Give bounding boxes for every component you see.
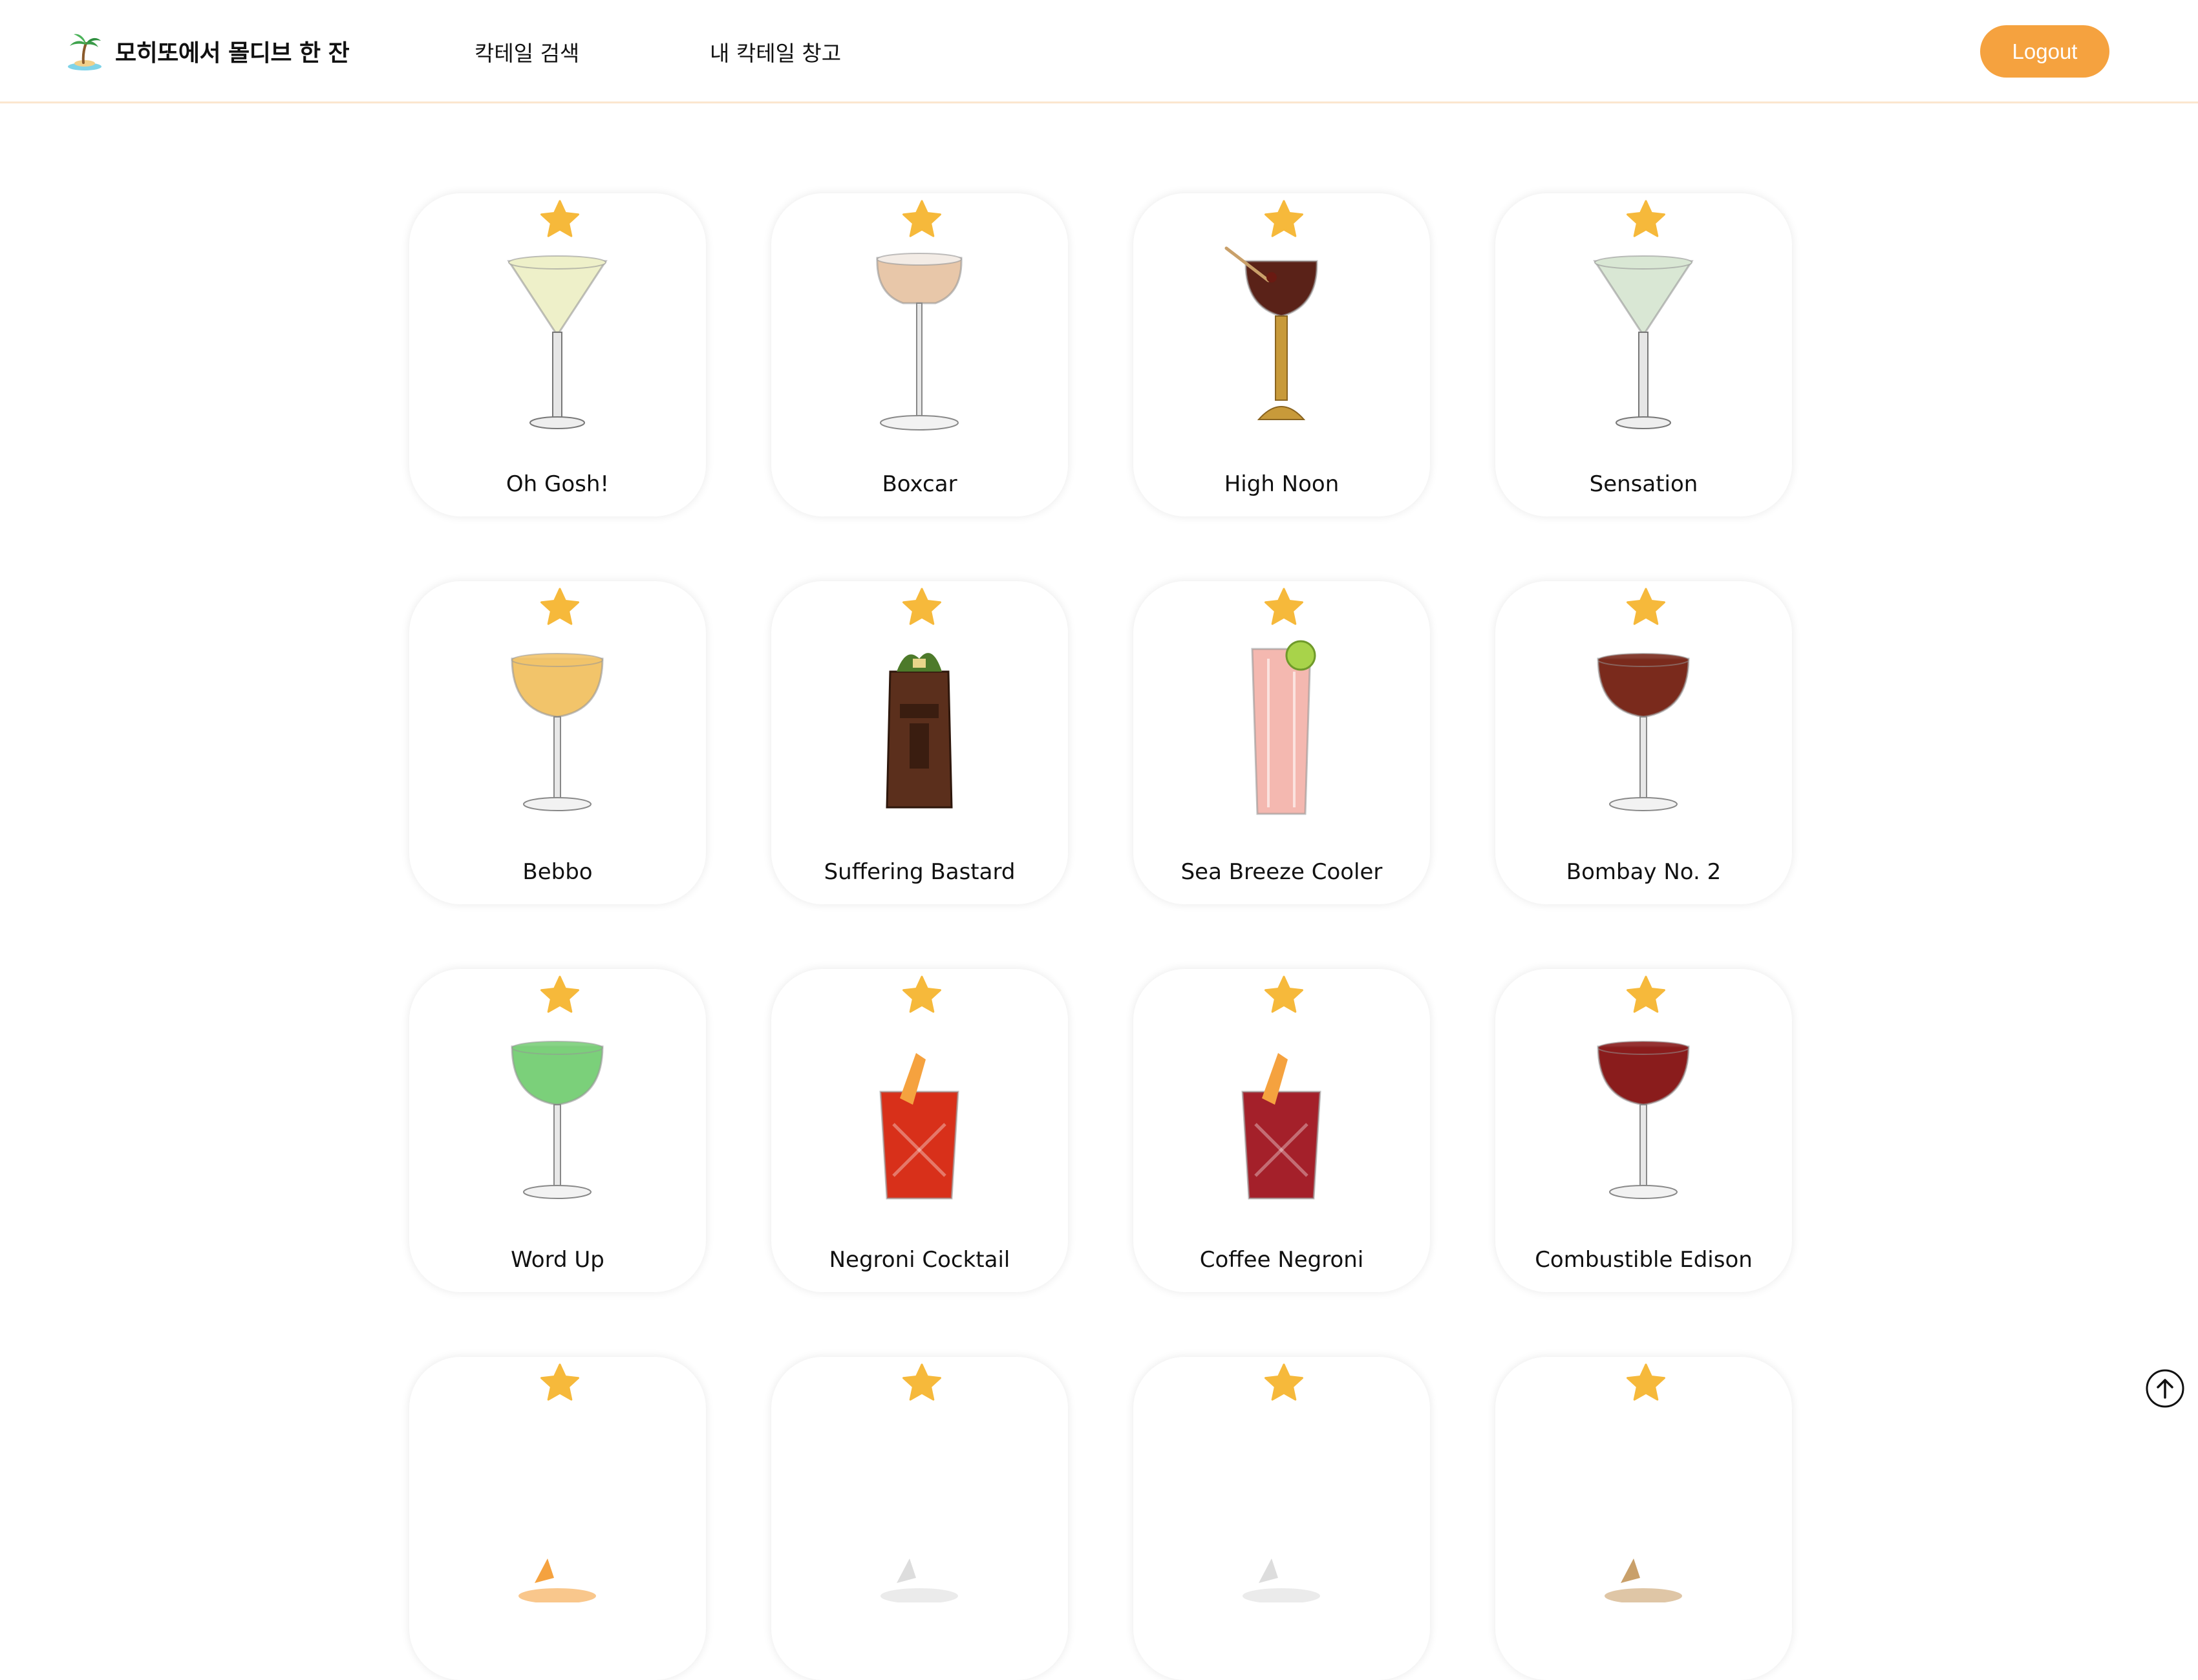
cocktail-name: Word Up	[511, 1247, 604, 1273]
cocktail-card[interactable]	[409, 1357, 706, 1680]
favorite-star-icon[interactable]	[539, 974, 581, 1017]
cocktail-card[interactable]: Sensation	[1495, 193, 1792, 516]
cocktail-image	[1569, 633, 1718, 827]
cocktail-name: Combustible Edison	[1535, 1247, 1753, 1273]
cocktail-name: Sea Breeze Cooler	[1180, 859, 1383, 885]
cocktail-image	[1207, 633, 1356, 827]
cocktail-image	[845, 245, 994, 439]
arrow-up-circle-icon	[2145, 1368, 2185, 1409]
favorite-star-icon[interactable]	[539, 586, 581, 629]
cocktail-image	[1207, 1021, 1356, 1215]
cocktail-image	[1569, 245, 1718, 439]
favorite-star-icon[interactable]	[1263, 974, 1305, 1017]
cocktail-card[interactable]: Sea Breeze Cooler	[1133, 581, 1430, 904]
favorite-star-icon[interactable]	[1263, 198, 1305, 241]
cocktail-name: Suffering Bastard	[824, 859, 1016, 885]
cocktail-card[interactable]: High Noon	[1133, 193, 1430, 516]
cocktail-image	[483, 633, 632, 827]
cocktail-image	[483, 1021, 632, 1215]
cocktail-name: Bebbo	[522, 859, 593, 885]
favorite-star-icon[interactable]	[1263, 586, 1305, 629]
cocktail-card[interactable]: Bombay No. 2	[1495, 581, 1792, 904]
cocktail-image	[1207, 245, 1356, 439]
cocktail-image	[1207, 1409, 1356, 1602]
cocktail-card[interactable]: Coffee Negroni	[1133, 969, 1430, 1292]
cocktail-name: Negroni Cocktail	[829, 1247, 1010, 1273]
cocktail-card[interactable]	[1133, 1357, 1430, 1680]
cocktail-card[interactable]	[771, 1357, 1068, 1680]
cocktail-card[interactable]: Suffering Bastard	[771, 581, 1068, 904]
cocktail-card[interactable]: Combustible Edison	[1495, 969, 1792, 1292]
favorite-star-icon[interactable]	[539, 1362, 581, 1405]
cocktail-grid: Oh Gosh! Boxcar High Noon Sensation Bebbo Suf…	[0, 0, 2198, 1680]
favorite-star-icon[interactable]	[539, 198, 581, 241]
favorite-star-icon[interactable]	[901, 974, 943, 1017]
cocktail-image	[1569, 1409, 1718, 1602]
cocktail-image	[845, 1021, 994, 1215]
favorite-star-icon[interactable]	[1263, 1362, 1305, 1405]
scroll-to-top-button[interactable]	[2145, 1368, 2185, 1409]
cocktail-name: Boxcar	[882, 471, 957, 497]
favorite-star-icon[interactable]	[901, 586, 943, 629]
cocktail-name: High Noon	[1224, 471, 1339, 497]
favorite-star-icon[interactable]	[1625, 974, 1667, 1017]
cocktail-image	[483, 245, 632, 439]
cocktail-card[interactable]: Word Up	[409, 969, 706, 1292]
cocktail-card[interactable]: Negroni Cocktail	[771, 969, 1068, 1292]
cocktail-card[interactable]: Boxcar	[771, 193, 1068, 516]
cocktail-card[interactable]: Bebbo	[409, 581, 706, 904]
cocktail-name: Sensation	[1589, 471, 1698, 497]
cocktail-image	[1569, 1021, 1718, 1215]
favorite-star-icon[interactable]	[1625, 198, 1667, 241]
favorite-star-icon[interactable]	[901, 1362, 943, 1405]
favorite-star-icon[interactable]	[1625, 586, 1667, 629]
cocktail-image	[483, 1409, 632, 1602]
cocktail-image	[845, 1409, 994, 1602]
cocktail-name: Coffee Negroni	[1199, 1247, 1364, 1273]
favorite-star-icon[interactable]	[901, 198, 943, 241]
cocktail-name: Bombay No. 2	[1566, 859, 1722, 885]
cocktail-card[interactable]	[1495, 1357, 1792, 1680]
cocktail-image	[845, 633, 994, 827]
favorite-star-icon[interactable]	[1625, 1362, 1667, 1405]
cocktail-card[interactable]: Oh Gosh!	[409, 193, 706, 516]
cocktail-name: Oh Gosh!	[506, 471, 610, 497]
